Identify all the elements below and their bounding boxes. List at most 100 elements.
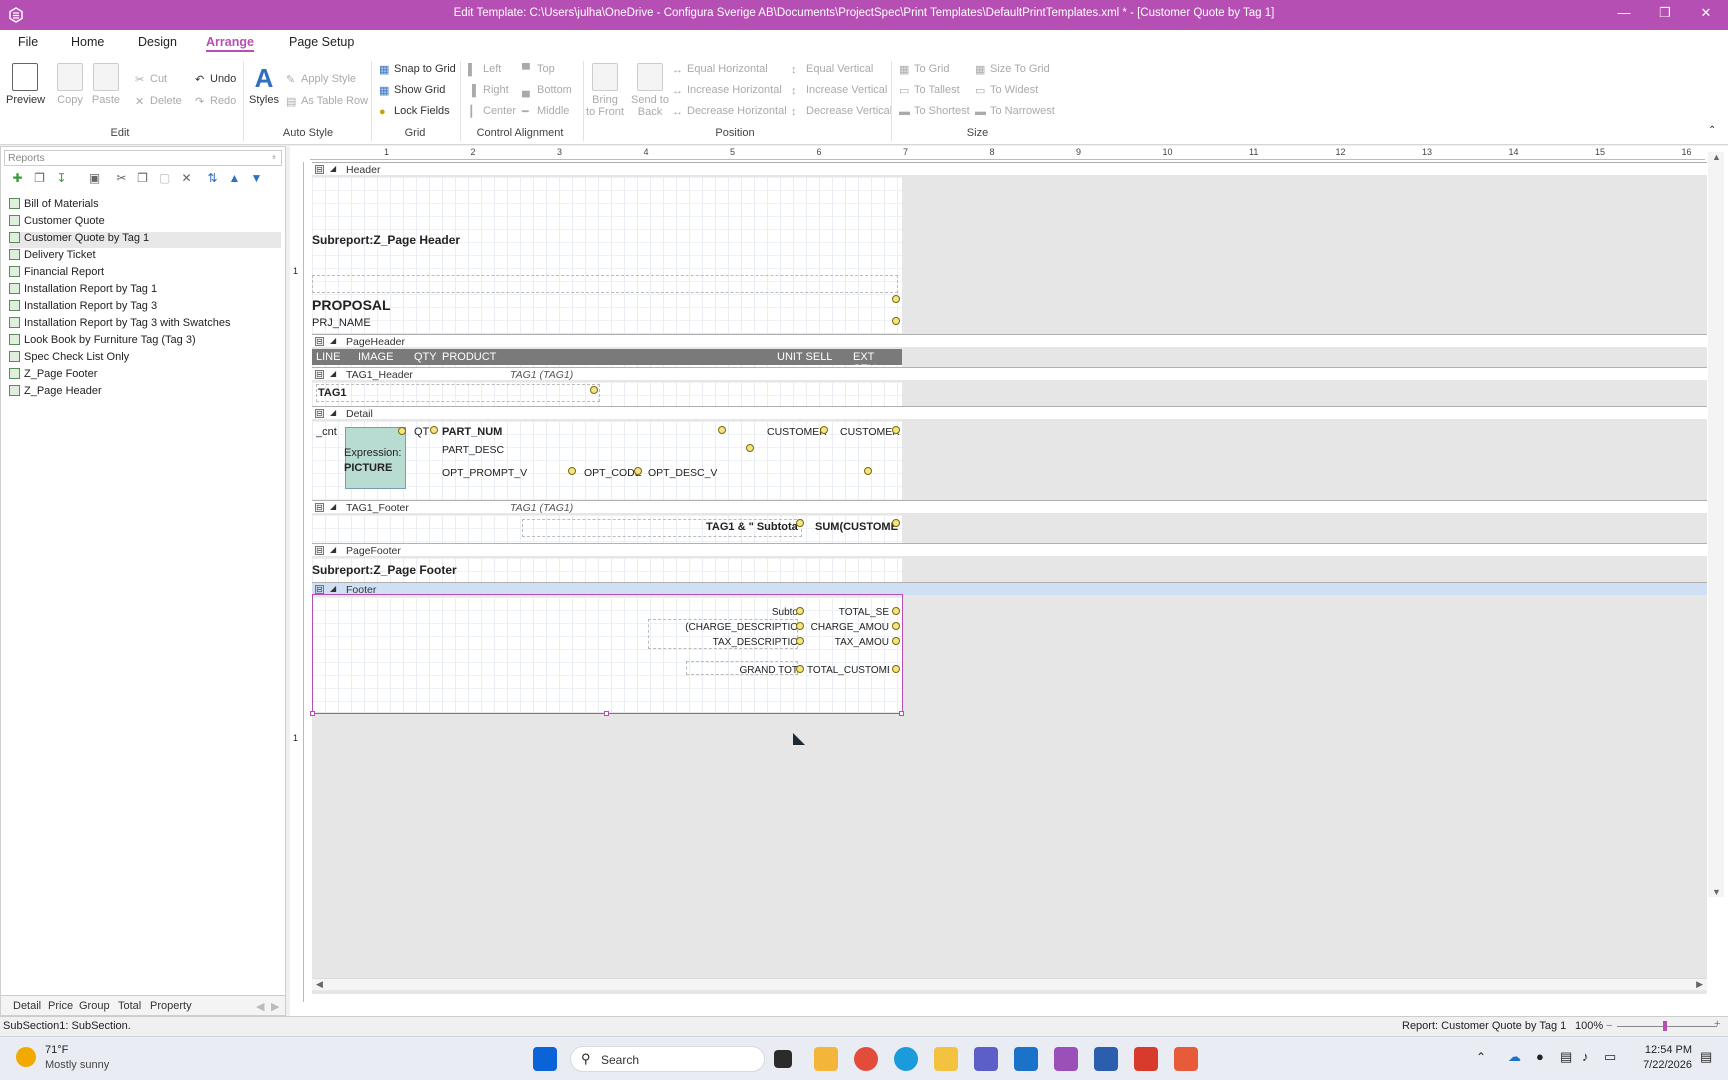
zoom-slider[interactable]: [1617, 1021, 1717, 1031]
send-to-back-button[interactable]: Send to Back: [629, 63, 671, 118]
decrease-horizontal-button[interactable]: ↔ Decrease Horizontal: [672, 105, 787, 118]
opt-desc-v-field[interactable]: OPT_DESC_V: [648, 467, 717, 479]
band-header[interactable]: ⊟ ◢ Header: [312, 162, 1707, 176]
tag1-subtotal-field[interactable]: TAG1 & " Subtota: [706, 521, 798, 533]
snap-to-grid-button[interactable]: ▦ Snap to Grid: [379, 63, 456, 76]
tab-total[interactable]: Total: [118, 1000, 141, 1012]
resize-handle[interactable]: [899, 711, 904, 716]
task-view-icon[interactable]: [774, 1050, 792, 1068]
band-page-footer[interactable]: ⊟ ◢ PageFooter: [312, 543, 1707, 557]
col-product[interactable]: PRODUCT: [442, 351, 496, 363]
restore-icon[interactable]: ❐: [1650, 5, 1680, 21]
align-middle-button[interactable]: ━ Middle: [522, 105, 569, 118]
collapse-icon[interactable]: ⊟: [315, 585, 324, 594]
report-list-item[interactable]: Z_Page Header: [9, 385, 281, 401]
proposal-title[interactable]: PROPOSAL: [312, 297, 391, 313]
subreport-header[interactable]: Subreport:Z_Page Header: [312, 233, 460, 247]
clock-time[interactable]: 12:54 PM: [1636, 1044, 1692, 1056]
tab-page-setup[interactable]: Page Setup: [289, 35, 354, 49]
report-list-item[interactable]: Installation Report by Tag 3: [9, 300, 281, 316]
clock-date[interactable]: 7/22/2026: [1632, 1059, 1692, 1071]
acrobat-icon[interactable]: [1134, 1047, 1158, 1071]
redo-button[interactable]: ↷ Redo: [195, 95, 236, 108]
report-list-item[interactable]: Delivery Ticket: [9, 249, 281, 265]
copy-button[interactable]: Copy: [55, 63, 85, 106]
snagit-icon[interactable]: [1174, 1047, 1198, 1071]
report-list-item[interactable]: Installation Report by Tag 1: [9, 283, 281, 299]
tab-file[interactable]: File: [18, 35, 38, 49]
tab-detail[interactable]: Detail: [13, 1000, 41, 1012]
report-list-item[interactable]: Customer Quote by Tag 1: [9, 232, 281, 248]
delete-button[interactable]: ✕ Delete: [135, 95, 182, 108]
section-detail[interactable]: _cnt Expression: PICTURE QT PART_NUM PAR…: [312, 421, 902, 500]
preview-button[interactable]: Preview: [6, 63, 45, 106]
band-tag1-header[interactable]: ⊟ ◢ TAG1_Header TAG1 (TAG1): [312, 367, 1707, 381]
move-up-icon[interactable]: ▲: [228, 172, 241, 185]
report-list-item[interactable]: Customer Quote: [9, 215, 281, 231]
collapse-icon[interactable]: ⊟: [315, 370, 324, 379]
import-icon[interactable]: ↧: [55, 172, 68, 185]
report-list-item[interactable]: Look Book by Furniture Tag (Tag 3): [9, 334, 281, 350]
col-unit-sell[interactable]: UNIT SELL: [777, 351, 832, 363]
to-narrowest-button[interactable]: ▬ To Narrowest: [975, 105, 1055, 118]
resize-handle[interactable]: [310, 711, 315, 716]
styles-button[interactable]: A Styles: [248, 63, 280, 106]
decrease-vertical-button[interactable]: ↕ Decrease Vertical: [791, 105, 892, 118]
scroll-right-icon[interactable]: ▶: [271, 1000, 279, 1013]
report-list-item[interactable]: Z_Page Footer: [9, 368, 281, 384]
band-tag1-footer[interactable]: ⊟ ◢ TAG1_Footer TAG1 (TAG1): [312, 500, 1707, 514]
word-icon[interactable]: [1094, 1047, 1118, 1071]
opt-prompt-v-field[interactable]: OPT_PROMPT_V: [442, 467, 527, 479]
align-center-button[interactable]: ┃ Center: [468, 105, 516, 118]
new-report-icon[interactable]: ✚: [11, 172, 24, 185]
chevron-up-icon[interactable]: ⌃: [1476, 1050, 1486, 1064]
teams-icon[interactable]: [974, 1047, 998, 1071]
part-desc-field[interactable]: PART_DESC: [442, 444, 504, 456]
battery-icon[interactable]: ▭: [1604, 1049, 1616, 1065]
sort-icon[interactable]: ⇅: [206, 172, 219, 185]
section-tag1-header[interactable]: TAG1: [312, 382, 902, 406]
increase-horizontal-button[interactable]: ↔ Increase Horizontal: [672, 84, 782, 97]
increase-vertical-button[interactable]: ↕ Increase Vertical: [791, 84, 887, 97]
copy-icon[interactable]: ❐: [136, 172, 149, 185]
col-qty[interactable]: QTY: [414, 351, 437, 363]
zoom-out-icon[interactable]: −: [1606, 1020, 1612, 1032]
tab-design[interactable]: Design: [138, 35, 177, 49]
zoom-thumb[interactable]: [1663, 1021, 1667, 1031]
microphone-icon[interactable]: ●: [1536, 1049, 1544, 1064]
windows-start-icon[interactable]: [533, 1047, 557, 1071]
equal-horizontal-button[interactable]: ↔ Equal Horizontal: [672, 63, 768, 76]
section-tag1-footer[interactable]: TAG1 & " Subtota SUM(CUSTOME: [312, 515, 902, 543]
tag1-field[interactable]: TAG1: [318, 387, 347, 399]
section-page-header[interactable]: LINE IMAGE QTY PRODUCT UNIT SELL EXT SEL…: [312, 349, 902, 375]
align-bottom-button[interactable]: ▄ Bottom: [522, 84, 572, 97]
duplicate-icon[interactable]: ❐: [33, 172, 46, 185]
undo-button[interactable]: ↶ Undo: [195, 73, 236, 86]
to-tallest-button[interactable]: ▭ To Tallest: [899, 84, 960, 97]
pin-icon[interactable]: ⍖: [271, 151, 277, 164]
chrome-icon[interactable]: [854, 1047, 878, 1071]
paste-icon[interactable]: ▢: [158, 172, 171, 185]
volume-icon[interactable]: ♪: [1582, 1049, 1589, 1064]
scroll-left-icon[interactable]: ◀: [316, 979, 323, 990]
band-page-header[interactable]: ⊟ ◢ PageHeader: [312, 334, 1707, 348]
horizontal-scrollbar[interactable]: ◀ ▶: [312, 978, 1707, 990]
resize-handle[interactable]: [604, 711, 609, 716]
tab-price[interactable]: Price: [48, 1000, 73, 1012]
align-right-button[interactable]: ▐ Right: [468, 84, 509, 97]
move-down-icon[interactable]: ▼: [250, 172, 263, 185]
to-widest-button[interactable]: ▭ To Widest: [975, 84, 1038, 97]
prj-name-field[interactable]: PRJ_NAME: [312, 317, 371, 329]
scroll-right-icon[interactable]: ▶: [1696, 979, 1703, 990]
col-image[interactable]: IMAGE: [358, 351, 393, 363]
save-icon[interactable]: ▣: [88, 172, 101, 185]
file-explorer-icon[interactable]: [934, 1047, 958, 1071]
show-grid-button[interactable]: ▦ Show Grid: [379, 84, 445, 97]
report-list-item[interactable]: Installation Report by Tag 3 with Swatch…: [9, 317, 281, 333]
configura-icon[interactable]: [1054, 1047, 1078, 1071]
cut-icon[interactable]: ✂: [115, 172, 128, 185]
subreport-footer[interactable]: Subreport:Z_Page Footer: [312, 563, 457, 577]
paste-button[interactable]: Paste: [90, 63, 122, 106]
collapse-icon[interactable]: ⊟: [315, 165, 324, 174]
zoom-in-icon[interactable]: +: [1714, 1018, 1720, 1030]
